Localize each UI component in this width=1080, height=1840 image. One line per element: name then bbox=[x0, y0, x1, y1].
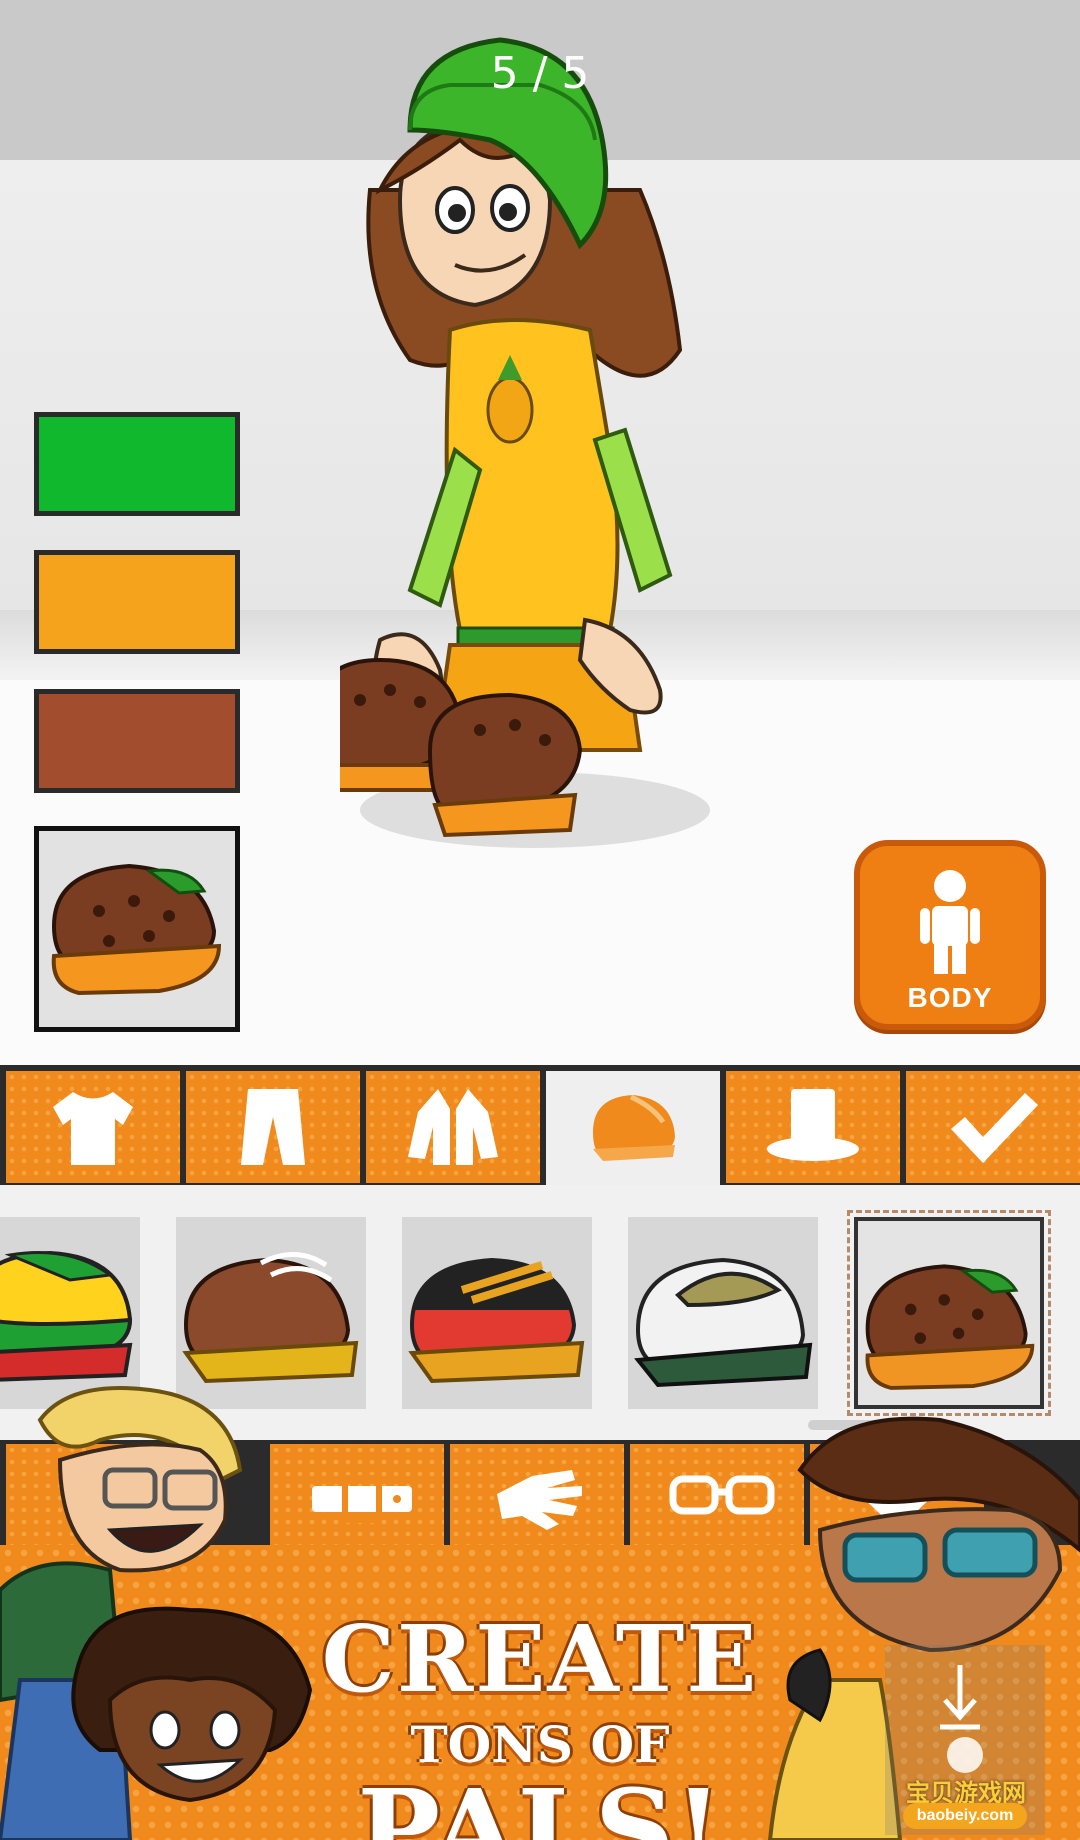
character-avatar bbox=[340, 37, 710, 848]
brown-clog-icon bbox=[865, 1264, 1035, 1390]
tab-shoes[interactable] bbox=[546, 1071, 720, 1185]
tab-hats[interactable] bbox=[726, 1071, 900, 1183]
belt-icon bbox=[312, 1475, 412, 1523]
shoe-item-white-green[interactable] bbox=[628, 1217, 818, 1409]
leather-shoe-icon bbox=[182, 1252, 359, 1384]
tab-shirts[interactable] bbox=[6, 1071, 180, 1183]
hat-icon bbox=[767, 1089, 859, 1161]
tab-gloves[interactable] bbox=[450, 1444, 624, 1550]
watermark-url: baobeiy.com bbox=[903, 1803, 1027, 1829]
glove-icon bbox=[497, 1470, 582, 1530]
shirt-icon bbox=[53, 1092, 133, 1165]
body-button-label: BODY bbox=[907, 982, 993, 1013]
site-watermark: 宝贝游戏网 baobeiy.com bbox=[885, 1645, 1045, 1835]
shoe-item-red-black[interactable] bbox=[402, 1217, 592, 1409]
jacket-icon bbox=[408, 1089, 498, 1165]
sneaker-icon bbox=[0, 1250, 133, 1382]
brown-clog-icon bbox=[51, 863, 222, 996]
tab-done[interactable] bbox=[906, 1071, 1080, 1183]
color-swatch-3[interactable] bbox=[34, 689, 240, 793]
pal-curly-hair bbox=[71, 1606, 313, 1803]
shoe-icon bbox=[593, 1094, 675, 1161]
game-screen: 5 / 5 BODY CREATE TONS OF PALS! 宝贝游戏网 ba… bbox=[0, 0, 1080, 1840]
white-sneaker-icon bbox=[634, 1257, 813, 1388]
checkmark-icon bbox=[951, 1093, 1038, 1163]
page-counter: 5 / 5 bbox=[490, 48, 590, 99]
tab-belts[interactable] bbox=[270, 1444, 444, 1550]
shoe-item-brown-clog[interactable] bbox=[847, 1210, 1051, 1416]
tab-jackets[interactable] bbox=[366, 1071, 540, 1183]
red-sneaker-icon bbox=[408, 1257, 585, 1384]
tab-pants[interactable] bbox=[186, 1071, 360, 1183]
selected-shoe-preview[interactable] bbox=[34, 826, 240, 1032]
color-swatch-1[interactable] bbox=[34, 412, 240, 516]
color-swatch-2[interactable] bbox=[34, 550, 240, 654]
download-arrow-icon bbox=[940, 1665, 983, 1773]
pants-icon bbox=[241, 1089, 305, 1165]
body-button[interactable]: BODY bbox=[854, 840, 1046, 1030]
category-tab-bar bbox=[0, 1065, 1080, 1185]
